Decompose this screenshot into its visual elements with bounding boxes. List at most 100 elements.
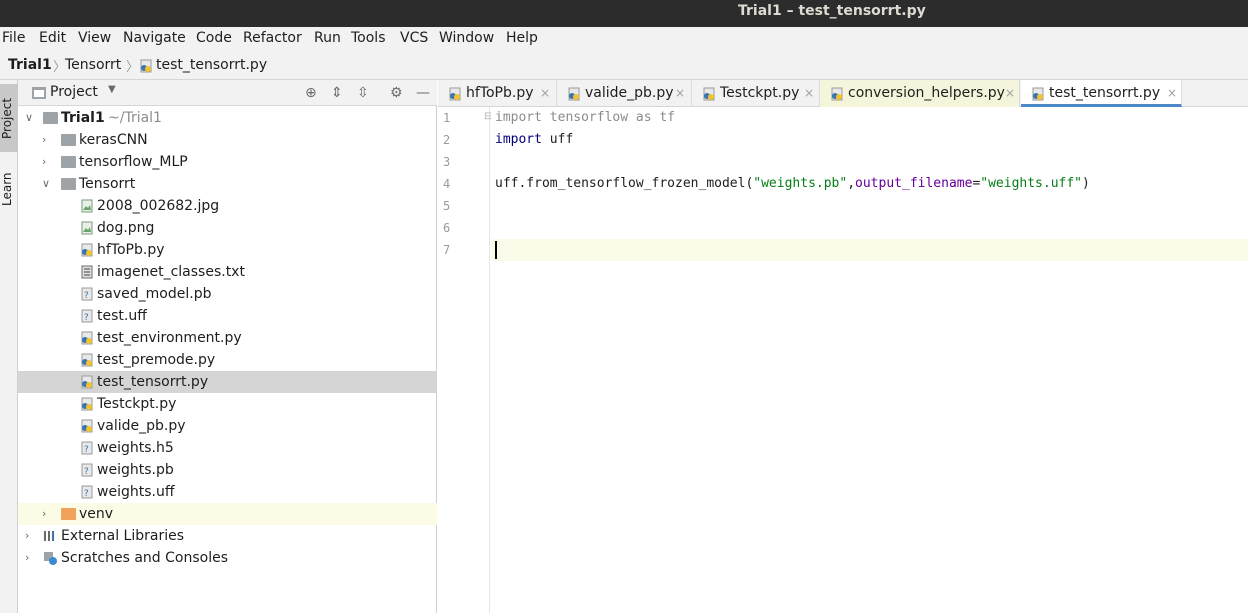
menu-code[interactable]: Code [196, 30, 232, 46]
tree-item-file[interactable]: ? weights.pb [18, 459, 437, 481]
tree-item-file[interactable]: imagenet_classes.txt [18, 261, 437, 283]
menu-vcs[interactable]: VCS [400, 30, 428, 46]
chevron-down-icon[interactable]: ▼ [108, 84, 116, 95]
tree-label: Scratches and Consoles [61, 550, 228, 566]
tree-item-folder[interactable]: › tensorflow_MLP [18, 151, 437, 173]
tab-valide-pb[interactable]: valide_pb.py × [557, 80, 692, 107]
tab-testckpt[interactable]: Testckpt.py × [692, 80, 820, 107]
tree-label: External Libraries [61, 528, 184, 544]
tree-item-scratches[interactable]: › Scratches and Consoles [18, 547, 437, 569]
tree-item-file[interactable]: ? weights.h5 [18, 437, 437, 459]
code-text: uff [541, 132, 574, 147]
minimize-icon[interactable]: — [416, 85, 430, 101]
folder-icon [43, 112, 58, 124]
target-icon[interactable]: ⊕ [305, 85, 317, 101]
library-icon [44, 531, 54, 541]
python-file-icon [81, 353, 93, 367]
breadcrumb: Trial1 〉 Tensorrt 〉 test_tensorrt.py [0, 52, 1248, 80]
code-text: uff.from_tensorflow_frozen_model( [495, 176, 754, 191]
menu-window[interactable]: Window [439, 30, 494, 46]
python-file-icon [568, 87, 580, 101]
tree-item-file[interactable]: 2008_002682.jpg [18, 195, 437, 217]
tree-item-root[interactable]: ∨ Trial1 ~/Trial1 [18, 107, 437, 129]
close-icon[interactable]: × [1005, 80, 1015, 107]
code-string: "weights.uff" [980, 176, 1083, 191]
chevron-right-icon[interactable]: › [25, 547, 37, 569]
close-icon[interactable]: × [1167, 80, 1177, 107]
menu-tools[interactable]: Tools [351, 30, 386, 46]
line-number: 1 [443, 111, 451, 125]
menu-run[interactable]: Run [314, 30, 341, 46]
chevron-right-icon[interactable]: › [42, 503, 54, 525]
menu-refactor[interactable]: Refactor [243, 30, 302, 46]
breadcrumb-folder[interactable]: Tensorrt [65, 57, 121, 73]
python-file-icon [81, 419, 93, 433]
tree-item-file-selected[interactable]: test_tensorrt.py [18, 371, 437, 393]
project-panel-header: Project ▼ ⊕ ⇕ ⇳ ⚙ — [18, 80, 437, 106]
chevron-right-icon[interactable]: › [25, 525, 37, 547]
editor-tabs: hfToPb.py × valide_pb.py × Testckpt.py ×… [438, 80, 1248, 107]
menu-navigate[interactable]: Navigate [123, 30, 186, 46]
tool-window-strip: Project Learn [0, 80, 18, 613]
menu-edit[interactable]: Edit [39, 30, 66, 46]
breadcrumb-project[interactable]: Trial1 [8, 57, 52, 73]
tab-label: conversion_helpers.py [848, 85, 1005, 101]
text-file-icon [81, 265, 93, 279]
menu-help[interactable]: Help [506, 30, 538, 46]
gear-icon[interactable]: ⚙ [390, 85, 403, 101]
image-file-icon [81, 221, 93, 235]
code-line-1[interactable]: import tensorflow as tf [495, 110, 675, 125]
python-file-icon [703, 87, 715, 101]
python-file-icon [81, 243, 93, 257]
tree-item-file[interactable]: dog.png [18, 217, 437, 239]
close-icon[interactable]: × [804, 80, 814, 107]
tab-conversion-helpers[interactable]: conversion_helpers.py × [820, 80, 1020, 107]
tree-item-folder[interactable]: ∨ Tensorrt [18, 173, 437, 195]
project-tool-tab-label: Project [0, 97, 14, 139]
menu-file[interactable]: File [2, 30, 25, 46]
project-tree: ∨ Trial1 ~/Trial1 › kerasCNN › tensorflo… [18, 106, 437, 613]
tree-item-file[interactable]: ? test.uff [18, 305, 437, 327]
tree-item-file[interactable]: ? saved_model.pb [18, 283, 437, 305]
collapse-all-icon[interactable]: ⇳ [357, 85, 369, 101]
tree-item-file[interactable]: valide_pb.py [18, 415, 437, 437]
chevron-right-icon[interactable]: › [42, 129, 54, 151]
tree-item-file[interactable]: hfToPb.py [18, 239, 437, 261]
file-label: test_tensorrt.py [97, 374, 209, 390]
tree-item-file[interactable]: test_premode.py [18, 349, 437, 371]
tree-item-folder[interactable]: › kerasCNN [18, 129, 437, 151]
line-number: 7 [443, 243, 451, 257]
file-label: test_premode.py [97, 352, 216, 368]
code-line-4[interactable]: uff.from_tensorflow_frozen_model( "weight… [495, 176, 1090, 191]
menu-view[interactable]: View [78, 30, 111, 46]
file-label: weights.uff [97, 484, 175, 500]
current-line-highlight [491, 239, 1248, 261]
close-icon[interactable]: × [540, 80, 550, 107]
project-tool-tab[interactable]: Project [0, 84, 18, 152]
python-file-icon [831, 87, 843, 101]
tab-hftopb[interactable]: hfToPb.py × [438, 80, 557, 107]
svg-text:?: ? [84, 291, 89, 301]
python-file-icon [140, 59, 152, 73]
tree-item-file[interactable]: ? weights.uff [18, 481, 437, 503]
close-icon[interactable]: × [675, 80, 685, 107]
chevron-down-icon[interactable]: ∨ [25, 107, 37, 129]
file-label: 2008_002682.jpg [97, 198, 220, 214]
chevron-right-icon[interactable]: › [42, 151, 54, 173]
breadcrumb-file[interactable]: test_tensorrt.py [156, 57, 267, 73]
tree-item-file[interactable]: test_environment.py [18, 327, 437, 349]
tab-test-tensorrt[interactable]: test_tensorrt.py × [1021, 80, 1182, 107]
tab-label: valide_pb.py [585, 85, 674, 101]
tree-item-file[interactable]: Testckpt.py [18, 393, 437, 415]
svg-text:?: ? [84, 467, 89, 477]
tree-item-external-libraries[interactable]: › External Libraries [18, 525, 437, 547]
code-line-2[interactable]: import uff [495, 132, 573, 147]
learn-tool-tab[interactable]: Learn [0, 164, 18, 214]
python-file-icon [81, 375, 93, 389]
expand-all-icon[interactable]: ⇕ [331, 85, 343, 101]
tree-item-venv[interactable]: › venv [18, 503, 437, 525]
breadcrumb-separator: 〉 [126, 60, 140, 75]
learn-tool-tab-label: Learn [0, 172, 14, 206]
chevron-down-icon[interactable]: ∨ [42, 173, 54, 195]
unknown-file-icon: ? [81, 441, 93, 455]
